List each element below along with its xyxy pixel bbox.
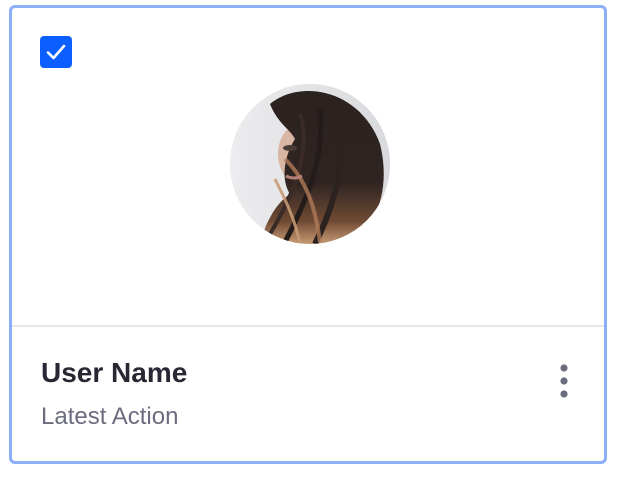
user-photo	[230, 84, 390, 244]
card-divider	[12, 325, 604, 327]
checkmark-icon	[46, 44, 66, 60]
avatar	[230, 84, 390, 244]
select-checkbox[interactable]	[40, 36, 72, 68]
vertical-ellipsis-icon	[560, 364, 568, 398]
user-card[interactable]: User Name Latest Action	[9, 5, 607, 464]
card-subtitle: Latest Action	[41, 403, 179, 430]
more-actions-button[interactable]	[552, 364, 576, 398]
card-title: User Name	[41, 357, 188, 388]
